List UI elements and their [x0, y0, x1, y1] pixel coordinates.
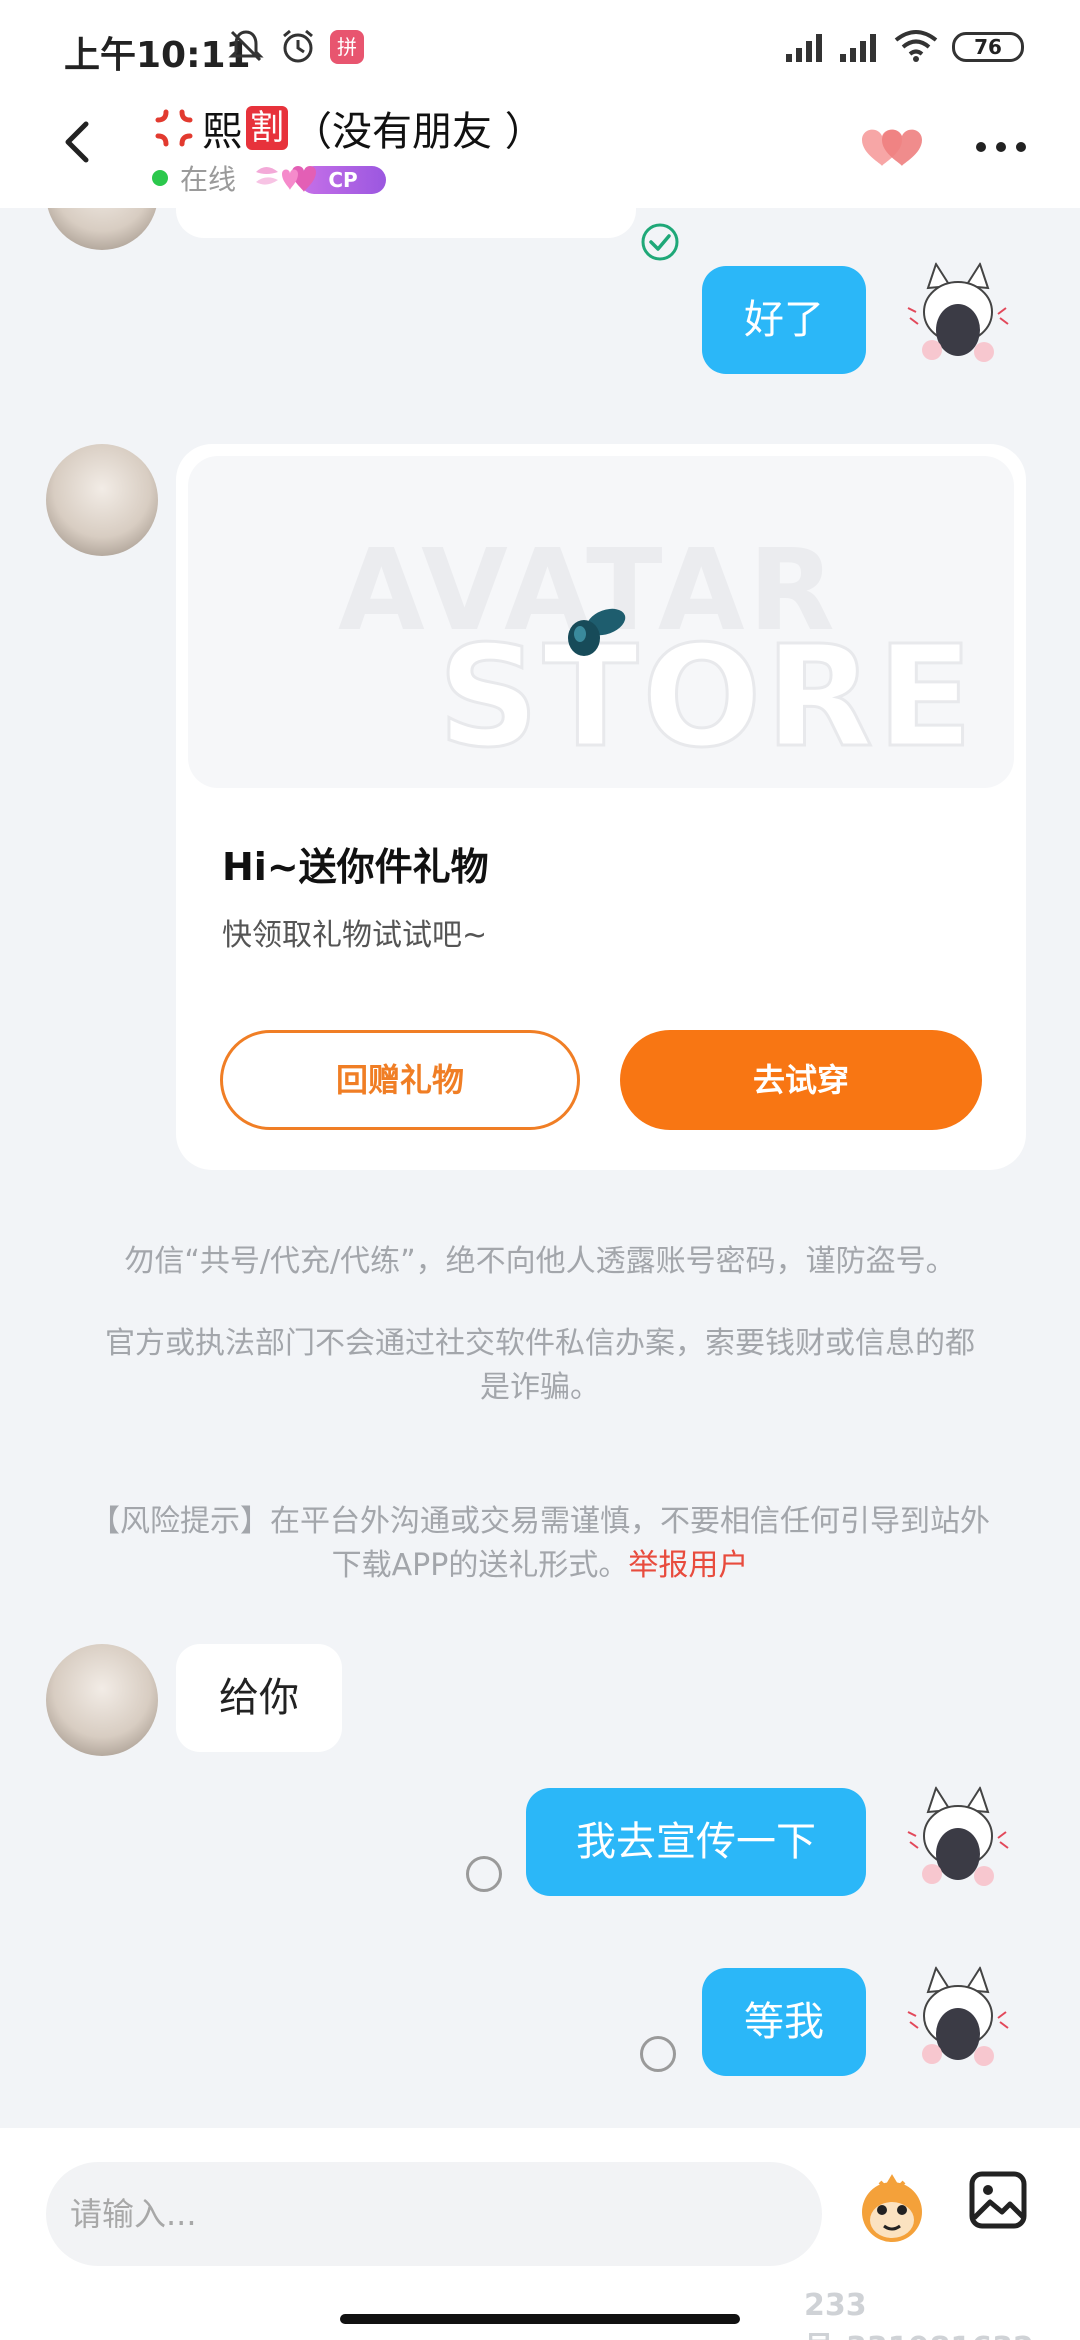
signal-hd-icon-2 [840, 34, 876, 62]
back-arrow-icon[interactable] [52, 114, 108, 170]
hearts-icon[interactable] [856, 122, 928, 170]
my-message-bubble[interactable]: 我去宣传一下 [526, 1788, 866, 1896]
sending-status-icon [640, 2036, 676, 2072]
try-on-button[interactable]: 去试穿 [620, 1030, 982, 1130]
sending-status-icon [466, 1856, 502, 1892]
online-status: 在线 [180, 163, 237, 196]
status-bar: 上午10:11 拼 76 [0, 0, 1080, 90]
online-dot [152, 170, 168, 186]
online-status-row: 在线 CP [152, 158, 388, 198]
anger-symbol-icon [155, 109, 193, 147]
pacifier-gift-icon [568, 608, 626, 656]
my-message-bubble[interactable]: 等我 [702, 1968, 866, 2076]
alarm-icon [283, 29, 313, 63]
cp-badge[interactable]: CP [252, 160, 388, 196]
contact-avatar[interactable] [46, 208, 158, 250]
title-prefix: 熙 [202, 109, 242, 155]
contact-avatar[interactable] [46, 444, 158, 556]
my-avatar-cat-icon[interactable] [902, 1782, 1014, 1894]
wifi-icon [894, 30, 938, 62]
gift-subtitle: 快领取礼物试试吧~ [222, 918, 488, 953]
gift-preview[interactable]: AVATAR STORE [188, 456, 1014, 788]
mute-bell-icon [228, 30, 264, 62]
image-picker-icon[interactable] [966, 2168, 1030, 2232]
more-dot [976, 142, 986, 152]
contact-avatar[interactable] [46, 1644, 158, 1756]
battery-indicator: 76 [952, 32, 1024, 62]
chat-header: 熙 割 （没有朋友 ） 在线 CP [0, 90, 1080, 208]
risk-notice-text: 【风险提示】在平台外沟通或交易需谨慎，不要相信任何引导到站外下载APP的送礼形式… [90, 1504, 990, 1583]
previous-message-bubble[interactable] [176, 208, 636, 238]
title-suffix: （没有朋友 ） [292, 109, 545, 155]
input-bar: 233号:331981632 [0, 2128, 1080, 2340]
chat-area[interactable]: 好了 AVATAR STORE Hi~送你件礼物 快领取礼物试试吧~ 回赠礼物 … [0, 208, 1080, 2128]
message-input[interactable] [46, 2162, 822, 2266]
gift-card[interactable]: AVATAR STORE Hi~送你件礼物 快领取礼物试试吧~ 回赠礼物 去试穿 [176, 444, 1026, 1170]
pinduoduo-notification-icon: 拼 [330, 30, 364, 64]
report-user-link[interactable]: 举报用户 [628, 1548, 748, 1583]
contact-name: 熙 割 （没有朋友 ） [152, 98, 545, 158]
more-dot [1016, 142, 1026, 152]
risk-notice: 【风险提示】在平台外沟通或交易需谨慎，不要相信任何引导到站外下载APP的送礼形式… [90, 1500, 990, 1588]
contact-message-bubble[interactable]: 给你 [176, 1644, 342, 1752]
more-dot [996, 142, 1006, 152]
emoji-monkey-icon[interactable] [850, 2168, 934, 2252]
more-options-button[interactable] [972, 124, 1032, 168]
safety-notice-2: 官方或执法部门不会通过社交软件私信办案，索要钱财或信息的都是诈骗。 [105, 1326, 975, 1405]
home-indicator[interactable] [340, 2314, 740, 2324]
return-gift-button[interactable]: 回赠礼物 [220, 1030, 580, 1130]
gift-title: Hi~送你件礼物 [222, 845, 489, 889]
my-avatar-cat-icon[interactable] [902, 258, 1014, 370]
safety-notice-1: 勿信“共号/代充/代练”，绝不向他人透露账号密码，谨防盗号。 [124, 1244, 956, 1279]
status-time: 上午10:11 [64, 35, 251, 76]
watermark: 233号:331981632 [804, 2288, 1034, 2340]
preview-watermark-store: STORE [437, 615, 977, 781]
my-avatar-cat-icon[interactable] [902, 1962, 1014, 2074]
my-message-bubble[interactable]: 好了 [702, 266, 866, 374]
signal-hd-icon [786, 34, 822, 62]
read-check-icon [641, 223, 679, 261]
title-boxed-char: 割 [246, 106, 288, 150]
winged-heart-icon [256, 166, 317, 192]
